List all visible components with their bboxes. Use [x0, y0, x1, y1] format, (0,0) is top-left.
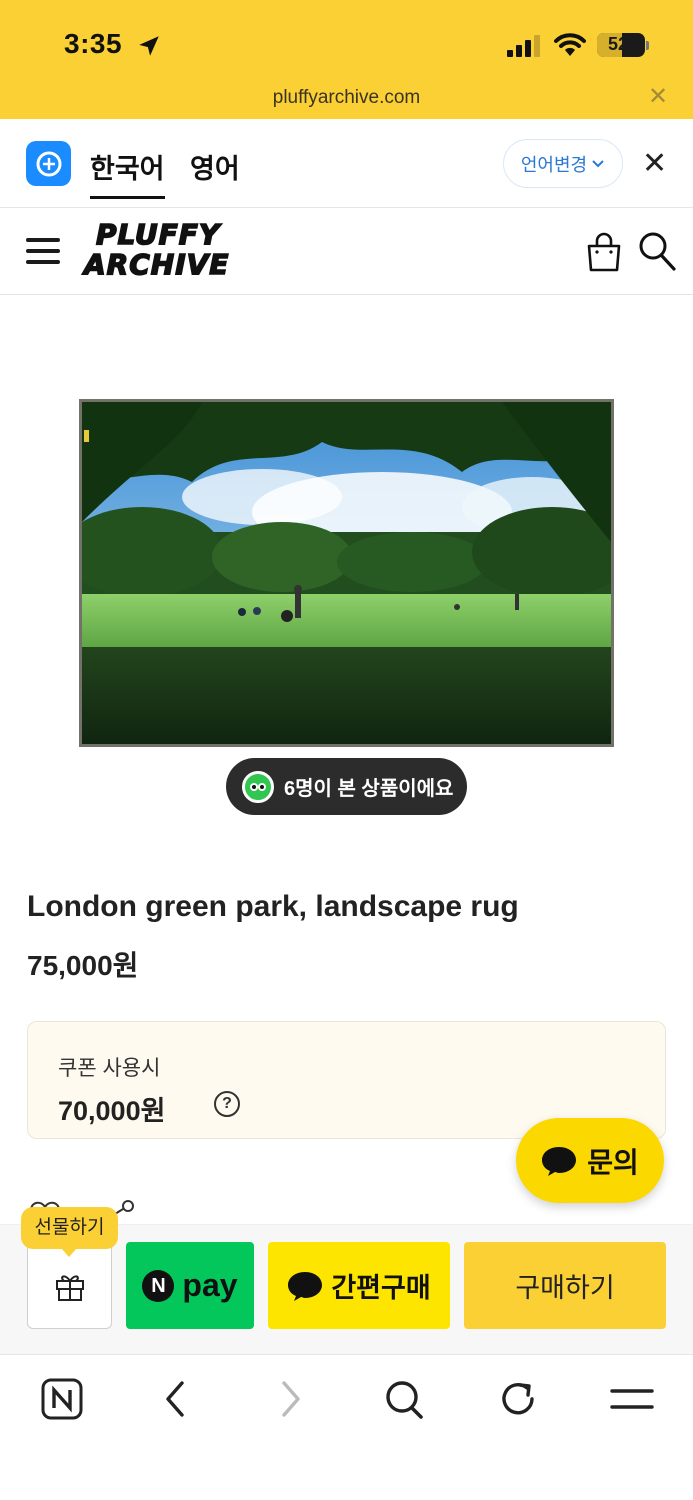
address-bar-url[interactable]: pluffyarchive.com — [0, 87, 693, 109]
chat-bubble-icon — [542, 1146, 577, 1176]
viewers-text: 6명이 본 상품이에요 — [284, 778, 454, 800]
product-title: London green park, landscape rug — [27, 890, 519, 923]
change-language-button[interactable]: 언어변경 — [503, 139, 623, 188]
battery-cap — [646, 41, 649, 50]
kakao-quick-buy-button[interactable]: 간편구매 — [268, 1242, 450, 1329]
kakao-buy-label: 간편구매 — [331, 1273, 431, 1303]
naver-n-icon: N — [142, 1269, 175, 1302]
papago-logo-icon — [26, 141, 71, 186]
naver-pay-button[interactable]: N pay — [126, 1242, 254, 1329]
buy-button[interactable]: 구매하기 — [464, 1242, 666, 1329]
more-menu-icon[interactable] — [610, 1377, 654, 1421]
coupon-label: 쿠폰 사용시 — [58, 1057, 161, 1080]
tab-source-language[interactable]: 한국어 — [90, 147, 165, 199]
status-bar: 3:35 52 pluffyarchive.com ✕ — [0, 0, 693, 119]
inquiry-button[interactable]: 문의 — [516, 1118, 664, 1203]
wifi-icon — [554, 33, 586, 56]
help-icon[interactable]: ? — [214, 1091, 240, 1117]
menu-icon[interactable] — [26, 238, 60, 264]
gift-tooltip: 선물하기 — [21, 1207, 118, 1257]
browser-search-icon[interactable] — [382, 1377, 426, 1421]
viewers-badge: 6명이 본 상품이에요 — [226, 758, 467, 815]
naver-home-icon[interactable] — [40, 1377, 84, 1421]
naver-pay-label: pay — [182, 1267, 238, 1303]
address-close-icon[interactable]: ✕ — [648, 85, 668, 109]
product-price: 75,000원 — [27, 950, 139, 981]
browser-toolbar — [0, 1354, 693, 1500]
back-arrow-icon[interactable] — [154, 1377, 198, 1421]
logo-line1: PLUFFY — [95, 218, 221, 251]
chevron-down-icon — [592, 159, 604, 167]
inquiry-label: 문의 — [587, 1146, 639, 1178]
buy-label: 구매하기 — [515, 1273, 615, 1303]
gift-icon — [55, 1274, 84, 1301]
status-time: 3:35 — [64, 28, 123, 59]
translate-close-icon[interactable]: ✕ — [642, 149, 667, 179]
location-arrow-icon — [139, 36, 159, 56]
site-logo[interactable]: PLUFFY ARCHIVE — [83, 218, 254, 286]
shopping-bag-icon[interactable] — [585, 232, 623, 272]
logo-line2: ARCHIVE — [83, 248, 230, 281]
refresh-icon[interactable] — [496, 1377, 540, 1421]
site-header: PLUFFY ARCHIVE — [0, 208, 693, 295]
battery-percent: 52 — [607, 34, 629, 54]
cellular-signal-icon — [507, 35, 540, 57]
change-language-label: 언어변경 — [520, 154, 588, 175]
battery-icon: 52 — [597, 33, 645, 57]
search-icon[interactable] — [637, 230, 677, 272]
forward-arrow-icon[interactable] — [268, 1377, 312, 1421]
eyes-icon — [242, 770, 274, 803]
coupon-price: 70,000원 — [58, 1096, 166, 1126]
tab-target-language[interactable]: 영어 — [190, 147, 240, 186]
park-landscape-photo — [82, 402, 611, 744]
product-image[interactable] — [79, 399, 614, 747]
kakao-chat-icon — [288, 1271, 323, 1301]
translate-bar: 한국어 영어 언어변경 ✕ — [0, 119, 693, 208]
